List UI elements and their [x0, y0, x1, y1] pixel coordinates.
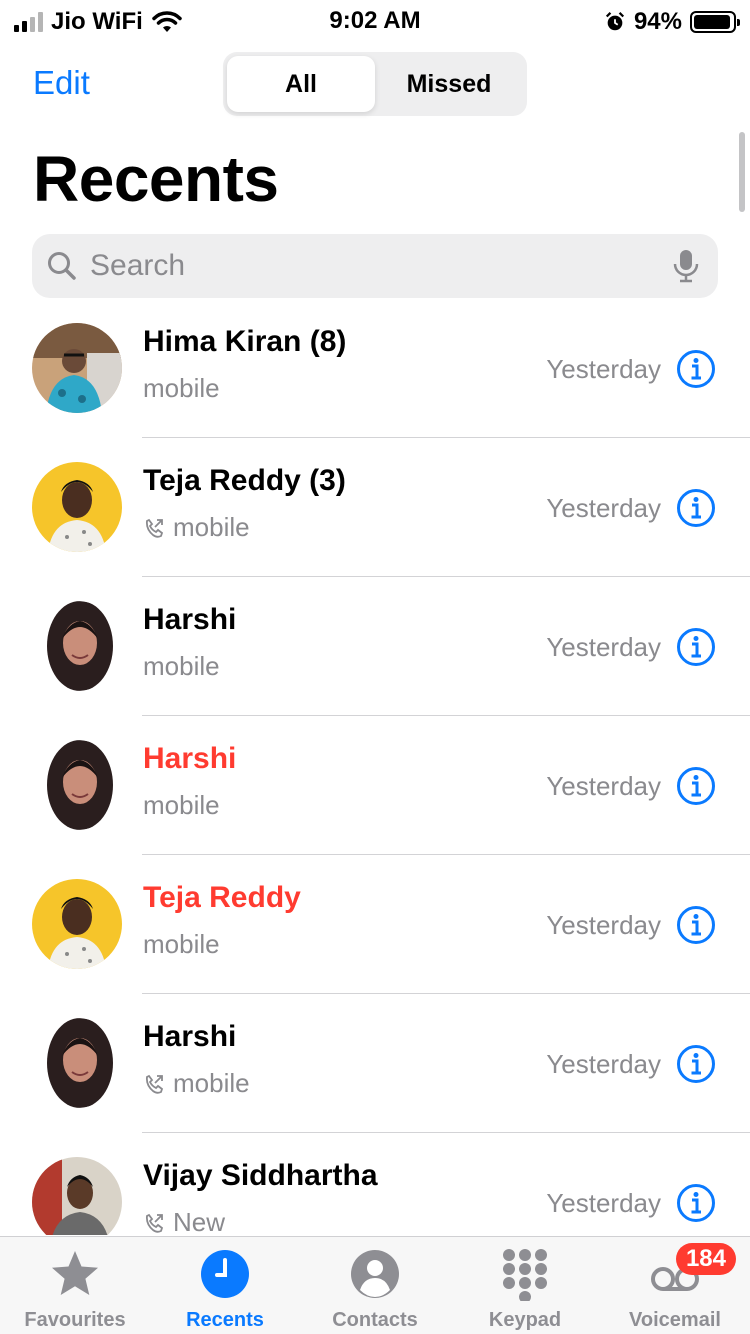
- search-input[interactable]: [90, 234, 650, 298]
- keypad-icon: [503, 1249, 547, 1301]
- call-time: Yesterday: [546, 910, 661, 940]
- call-detail: mobile: [143, 512, 250, 543]
- call-detail: mobile: [143, 929, 220, 960]
- call-row[interactable]: Harshi mobile Yesterday: [0, 577, 750, 716]
- outgoing-call-icon: [145, 1074, 164, 1094]
- avatar: [32, 462, 122, 552]
- contact-name: Harshi: [143, 1020, 237, 1053]
- scroll-indicator: [739, 132, 745, 212]
- info-icon[interactable]: [676, 349, 716, 389]
- tab-label: Voicemail: [629, 1309, 721, 1331]
- call-row[interactable]: Harshi mobile Yesterday: [0, 994, 750, 1133]
- tab-label: Recents: [186, 1309, 264, 1331]
- call-type-label: mobile: [143, 373, 220, 403]
- avatar: [32, 740, 122, 830]
- avatar: [32, 601, 122, 691]
- contact-name: Teja Reddy: [143, 881, 301, 914]
- person-icon: [351, 1250, 399, 1298]
- status-bar: Jio WiFi 9:02 AM 94%: [0, 0, 750, 40]
- segment-all[interactable]: All: [227, 56, 375, 112]
- info-icon[interactable]: [676, 766, 716, 806]
- call-row[interactable]: Harshi mobile Yesterday: [0, 716, 750, 855]
- search-bar: [32, 234, 718, 298]
- avatar: [32, 1018, 122, 1108]
- battery-percentage: 94%: [633, 8, 682, 35]
- avatar: [32, 323, 122, 413]
- alarm-icon: [605, 12, 625, 31]
- avatar: [32, 879, 122, 969]
- tab-label: Keypad: [488, 1309, 562, 1331]
- contact-name: Teja Reddy (3): [143, 464, 346, 497]
- call-row[interactable]: Teja Reddy mobile Yesterday: [0, 855, 750, 994]
- tab-label: Favourites: [24, 1309, 126, 1331]
- call-row[interactable]: Hima Kiran (8) mobile Yesterday: [0, 299, 750, 438]
- call-time: Yesterday: [546, 771, 661, 801]
- call-detail: mobile: [143, 651, 220, 682]
- contact-name: Vijay Siddhartha: [143, 1159, 378, 1192]
- tab-recents[interactable]: Recents: [150, 1237, 300, 1334]
- call-detail: mobile: [143, 790, 220, 821]
- tab-keypad[interactable]: Keypad: [450, 1237, 600, 1334]
- call-type-label: mobile: [173, 512, 250, 542]
- call-type-label: mobile: [173, 1068, 250, 1098]
- microphone-icon[interactable]: [672, 248, 700, 284]
- star-icon: [52, 1251, 98, 1295]
- call-type-label: mobile: [143, 651, 220, 681]
- call-row[interactable]: Vijay Siddhartha New Yesterday: [0, 1133, 750, 1235]
- recents-list: Hima Kiran (8) mobile Yesterday Teja Red…: [0, 299, 750, 1235]
- call-detail: mobile: [143, 373, 220, 404]
- info-icon[interactable]: [676, 1044, 716, 1084]
- page-title: Recents: [33, 143, 279, 215]
- info-icon[interactable]: [676, 488, 716, 528]
- call-type-label: mobile: [143, 929, 220, 959]
- outgoing-call-icon: [145, 518, 164, 538]
- call-time: Yesterday: [546, 1188, 661, 1218]
- outgoing-call-icon: [145, 1213, 164, 1233]
- search-icon: [48, 252, 76, 280]
- tab-voicemail[interactable]: 184 Voicemail: [600, 1237, 750, 1334]
- avatar: [32, 1157, 122, 1235]
- info-icon[interactable]: [676, 627, 716, 667]
- call-row[interactable]: Teja Reddy (3) mobile Yesterday: [0, 438, 750, 577]
- filter-segmented-control: All Missed: [223, 52, 527, 116]
- clock-icon: [201, 1250, 249, 1298]
- info-icon[interactable]: [676, 1183, 716, 1223]
- contact-name: Hima Kiran (8): [143, 325, 347, 358]
- call-time: Yesterday: [546, 493, 661, 523]
- contact-name: Harshi: [143, 742, 237, 775]
- tab-bar: Favourites Recents Contacts Keypad 184 V…: [0, 1236, 750, 1334]
- call-time: Yesterday: [546, 354, 661, 384]
- call-detail: mobile: [143, 1068, 250, 1099]
- contact-name: Harshi: [143, 603, 237, 636]
- segment-missed[interactable]: Missed: [375, 56, 523, 112]
- call-detail: New: [143, 1207, 225, 1235]
- tab-favourites[interactable]: Favourites: [0, 1237, 150, 1334]
- call-type-label: mobile: [143, 790, 220, 820]
- call-time: Yesterday: [546, 632, 661, 662]
- edit-button[interactable]: Edit: [33, 64, 90, 102]
- status-right: 94%: [604, 8, 740, 36]
- info-icon[interactable]: [676, 905, 716, 945]
- tab-contacts[interactable]: Contacts: [300, 1237, 450, 1334]
- battery-icon: [690, 11, 740, 33]
- voicemail-badge: 184: [675, 1243, 736, 1275]
- call-type-label: New: [173, 1207, 226, 1235]
- tab-label: Contacts: [332, 1309, 418, 1331]
- call-time: Yesterday: [546, 1049, 661, 1079]
